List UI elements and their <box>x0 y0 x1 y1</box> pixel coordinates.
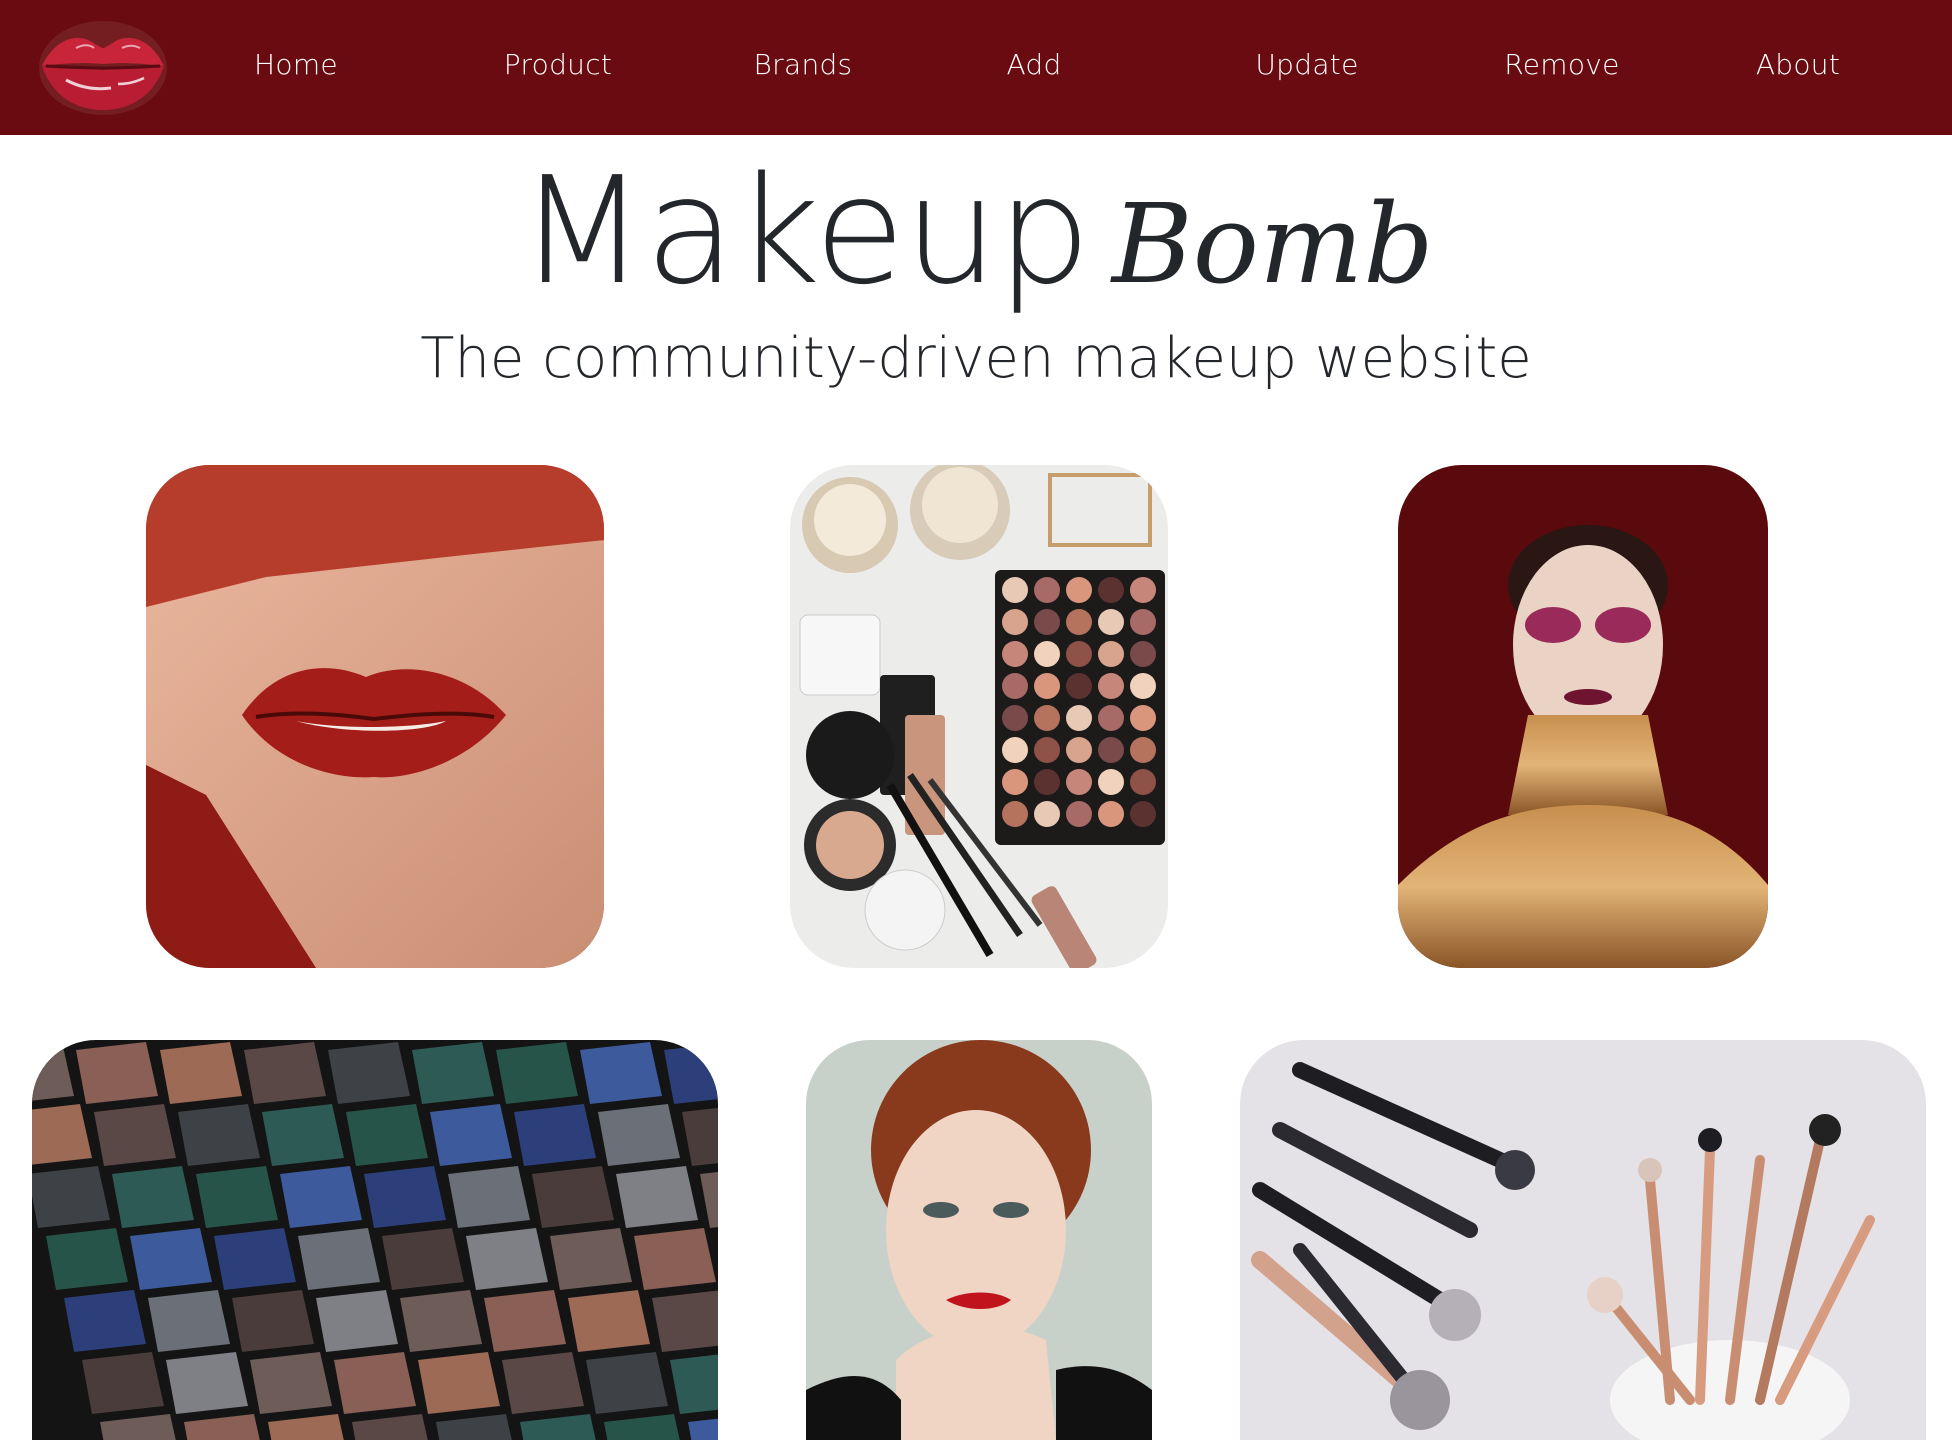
site-title-main: Makeup <box>518 145 1091 317</box>
top-navbar: Home Product Brands Add Update Remove Ab… <box>0 0 1952 135</box>
nav-link-about[interactable]: About <box>1756 48 1840 81</box>
photo-eyeshadow-palette <box>32 1040 718 1440</box>
nav-link-brands[interactable]: Brands <box>754 48 853 81</box>
photo-red-lips <box>146 465 604 968</box>
photo-model-gold <box>1398 465 1768 968</box>
site-subtitle: The community-driven makeup website <box>420 326 1532 391</box>
site-title-script: Bomb <box>1111 180 1434 308</box>
site-title: Makeup Bomb <box>0 145 1952 317</box>
photo-redhead-portrait <box>806 1040 1152 1440</box>
photo-makeup-brushes <box>1240 1040 1926 1440</box>
lips-kiss-icon[interactable] <box>36 18 170 118</box>
nav-link-home[interactable]: Home <box>254 48 338 81</box>
nav-link-update[interactable]: Update <box>1255 48 1358 81</box>
photo-makeup-flatlay <box>790 465 1168 968</box>
nav-link-remove[interactable]: Remove <box>1504 48 1619 81</box>
nav-link-product[interactable]: Product <box>504 48 612 81</box>
nav-link-add[interactable]: Add <box>1006 48 1061 81</box>
